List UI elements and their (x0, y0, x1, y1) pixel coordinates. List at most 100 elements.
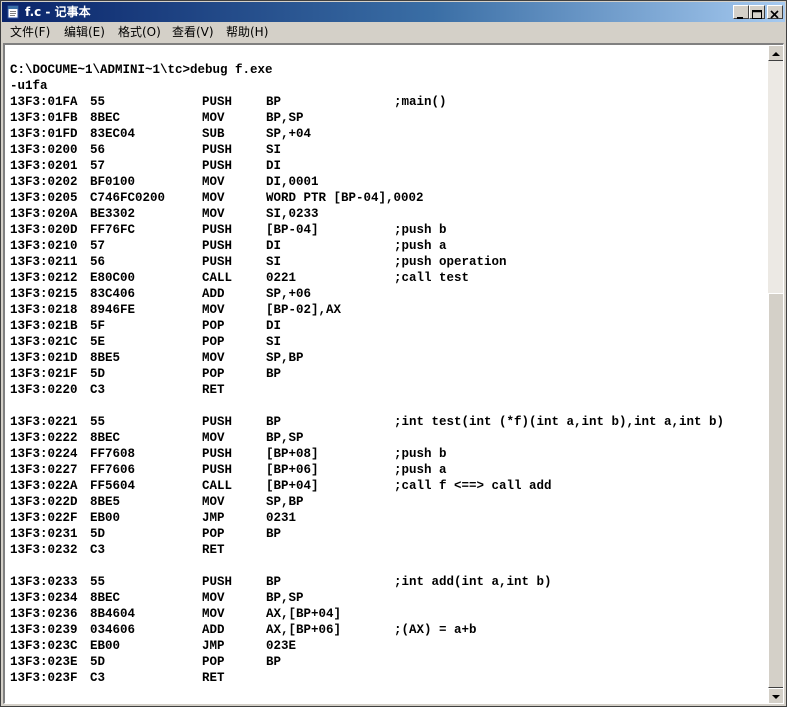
line-op: RET (202, 383, 225, 397)
line-op: POP (202, 367, 225, 381)
line-arg: SP,BP (266, 495, 304, 509)
line-hex: 8BEC (90, 111, 121, 125)
line-addr: 13F3:020A (10, 207, 78, 221)
line-hex: 5E (90, 335, 106, 349)
line-hex: FF5604 (90, 479, 136, 493)
line-addr: 13F3:023E (10, 655, 78, 669)
text-editor[interactable]: C:\DOCUME~1\ADMINI~1\tc>debug f.exe -u1fa… (3, 43, 784, 704)
vertical-scrollbar[interactable] (768, 45, 783, 703)
text-line: 13F3:0222 8BEC MOV BP,SP (10, 430, 762, 446)
text-line: 13F3:020D FF76FC PUSH [BP-04] ;push b (10, 222, 762, 238)
text-line: 13F3:0231 5D POP BP (10, 526, 762, 542)
text-line: 13F3:021B 5F POP DI (10, 318, 762, 334)
line-addr: 13F3:020D (10, 223, 78, 237)
menu-format[interactable]: 格式(O) (118, 25, 161, 39)
line-op: ADD (202, 623, 225, 637)
text-line: 13F3:0200 56 PUSH SI (10, 142, 762, 158)
minimize-button[interactable] (733, 5, 749, 19)
line-op: PUSH (202, 239, 233, 253)
line-arg: 0231 (266, 511, 297, 525)
line-addr: 13F3:022A (10, 479, 78, 493)
line-cmt: ;push b (394, 447, 447, 461)
line-op: MOV (202, 607, 225, 621)
menu-file[interactable]: 文件(F) (10, 25, 50, 39)
line-arg: DI,0001 (266, 175, 319, 189)
line-op: PUSH (202, 415, 233, 429)
text-line: 13F3:0221 55 PUSH BP ;int test(int (*f)(int … (10, 414, 762, 430)
line-op: CALL (202, 271, 233, 285)
close-icon (770, 10, 779, 19)
line-addr: 13F3:0227 (10, 463, 78, 477)
line-arg: BP (266, 655, 282, 669)
line-op: MOV (202, 303, 225, 317)
line-cmt: ;push a (394, 463, 447, 477)
line-op: MOV (202, 191, 225, 205)
line-addr: 13F3:0201 (10, 159, 78, 173)
line-hex: 8BEC (90, 591, 121, 605)
text-line: 13F3:0212 E80C00 CALL 0221 ;call test (10, 270, 762, 286)
line-op: RET (202, 671, 225, 685)
text-line: 13F3:020A BE3302 MOV SI,0233 (10, 206, 762, 222)
line-addr: 13F3:023F (10, 671, 78, 685)
line-op: PUSH (202, 223, 233, 237)
line-arg: BP,SP (266, 591, 304, 605)
line-op: PUSH (202, 143, 233, 157)
line-op: POP (202, 319, 225, 333)
line-arg: AX,[BP+06] (266, 623, 342, 637)
line-addr: 13F3:022F (10, 511, 78, 525)
line-addr: 13F3:0222 (10, 431, 78, 445)
line-addr: C:\DOCUME~1\ADMINI~1\tc>debug f.exe (10, 63, 273, 77)
line-addr: 13F3:022D (10, 495, 78, 509)
line-hex: C3 (90, 383, 106, 397)
line-arg: SI (266, 255, 282, 269)
text-line: 13F3:023F C3 RET (10, 670, 762, 686)
editor-content[interactable]: C:\DOCUME~1\ADMINI~1\tc>debug f.exe -u1fa… (10, 62, 762, 702)
line-op: CALL (202, 479, 233, 493)
line-addr: 13F3:0224 (10, 447, 78, 461)
menu-edit[interactable]: 编辑(E) (64, 25, 105, 39)
line-op: PUSH (202, 159, 233, 173)
notepad-icon (7, 5, 19, 19)
line-addr: 13F3:0236 (10, 607, 78, 621)
title-bar[interactable]: f.c - 记事本 (2, 2, 785, 22)
line-addr: 13F3:0210 (10, 239, 78, 253)
scroll-down-button[interactable] (768, 688, 783, 703)
line-addr: 13F3:021B (10, 319, 78, 333)
line-hex: EB00 (90, 639, 121, 653)
line-arg: [BP-04] (266, 223, 319, 237)
line-hex: 5D (90, 367, 106, 381)
line-hex: 55 (90, 95, 106, 109)
notepad-window: f.c - 记事本 文件(F) 编辑(E) 格式(O) 查看(V) 帮助(H) … (0, 0, 787, 707)
line-arg: BP (266, 95, 282, 109)
line-arg: SP,+04 (266, 127, 312, 141)
menu-bar: 文件(F) 编辑(E) 格式(O) 查看(V) 帮助(H) (2, 22, 785, 42)
maximize-button[interactable] (749, 5, 765, 19)
text-line: 13F3:022F EB00 JMP 0231 (10, 510, 762, 526)
scroll-thumb[interactable] (768, 293, 783, 688)
line-hex: 8BEC (90, 431, 121, 445)
line-addr: 13F3:021D (10, 351, 78, 365)
line-cmt: ;int add(int a,int b) (394, 575, 552, 589)
line-arg: BP,SP (266, 431, 304, 445)
line-hex: FF76FC (90, 223, 136, 237)
line-op: PUSH (202, 575, 233, 589)
scroll-up-button[interactable] (768, 45, 783, 61)
line-hex: 57 (90, 159, 106, 173)
line-hex: 57 (90, 239, 106, 253)
line-addr: 13F3:01FA (10, 95, 78, 109)
line-arg: SP,BP (266, 351, 304, 365)
line-op: PUSH (202, 255, 233, 269)
line-hex: BE3302 (90, 207, 136, 221)
line-addr: 13F3:0232 (10, 543, 78, 557)
line-hex: E80C00 (90, 271, 136, 285)
line-op: PUSH (202, 463, 233, 477)
text-line: 13F3:0236 8B4604 MOV AX,[BP+04] (10, 606, 762, 622)
menu-help[interactable]: 帮助(H) (226, 25, 268, 39)
line-addr: 13F3:0215 (10, 287, 78, 301)
text-line: 13F3:0227 FF7606 PUSH [BP+06] ;push a (10, 462, 762, 478)
menu-view[interactable]: 查看(V) (172, 25, 214, 39)
line-op: PUSH (202, 95, 233, 109)
close-button[interactable] (767, 5, 783, 19)
text-line: 13F3:0239 034606 ADD AX,[BP+06] ;(AX) = a+b (10, 622, 762, 638)
text-line: 13F3:023E 5D POP BP (10, 654, 762, 670)
